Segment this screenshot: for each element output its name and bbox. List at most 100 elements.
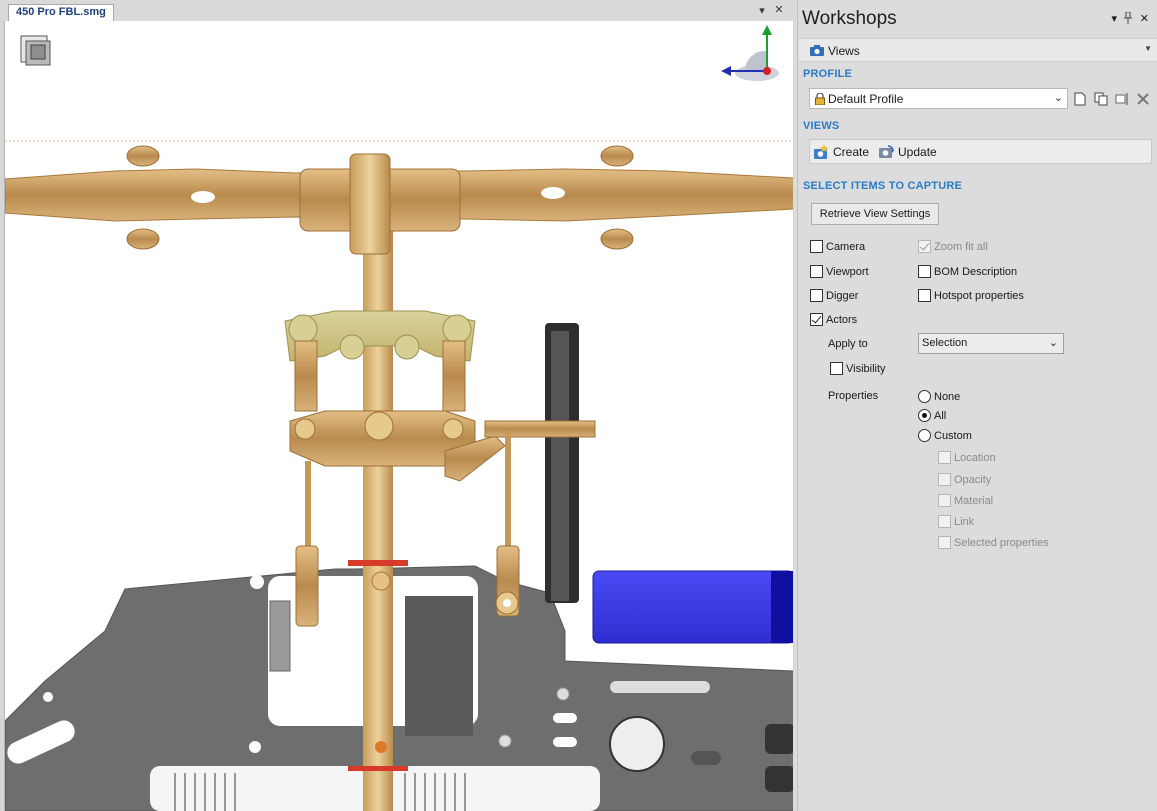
checkbox-label: Visibility [846, 362, 886, 375]
servo-arm [269, 600, 291, 672]
checkbox-box [830, 362, 843, 375]
copy-icon [1094, 92, 1107, 105]
chassis-slot [553, 737, 577, 747]
close-icon[interactable]: ✕ [772, 3, 786, 17]
swash-ball [442, 418, 464, 440]
rename-profile-button[interactable] [1111, 88, 1132, 109]
rename-icon [1115, 92, 1127, 105]
3d-viewport[interactable] [4, 21, 793, 811]
update-view-button[interactable]: Update [878, 143, 937, 161]
link-rod [294, 340, 318, 412]
chassis-bracket [405, 596, 473, 736]
radio-dot [918, 429, 931, 442]
capture-section-title: SELECT ITEMS TO CAPTURE [803, 180, 963, 192]
checkbox-box [918, 289, 931, 302]
chevron-down-icon: ▼ [1144, 44, 1152, 53]
chevron-down-icon[interactable]: ▾ [1111, 12, 1117, 25]
checkbox-label: Selected properties [954, 536, 1049, 549]
checkbox-box [918, 240, 931, 253]
custom-link-checkbox: Link [938, 515, 974, 528]
blade-grip-bolt [600, 228, 634, 250]
retrieve-view-settings-button[interactable]: Retrieve View Settings [811, 203, 939, 225]
apply-to-select[interactable]: Selection ⌄ [918, 333, 1064, 354]
custom-material-checkbox: Material [938, 494, 993, 507]
radio-label: None [934, 390, 961, 403]
create-view-button[interactable]: Create [813, 143, 869, 161]
workshop-selector-label: Views [828, 44, 860, 58]
copy-profile-button[interactable] [1090, 88, 1111, 109]
view-cube-button[interactable] [20, 35, 52, 67]
views-section-title: VIEWS [803, 120, 840, 132]
checkbox-label: Actors [826, 313, 858, 326]
chassis-slot [691, 751, 721, 765]
checkbox-label: Camera [826, 240, 866, 253]
swash-pin [484, 420, 596, 438]
checkbox-label: Digger [826, 289, 859, 302]
head-block [349, 153, 391, 255]
checkbox-label: Link [954, 515, 975, 528]
bom-description-checkbox[interactable]: BOM Description [918, 265, 1017, 278]
viewport-checkbox[interactable]: Viewport [810, 265, 869, 278]
chassis-screw [498, 734, 512, 748]
update-view-label: Update [898, 145, 937, 159]
apply-to-value: Selection [922, 337, 968, 349]
properties-custom-radio[interactable]: Custom [918, 429, 972, 442]
checkbox-box [810, 289, 823, 302]
actors-checkbox[interactable]: Actors [810, 313, 857, 326]
ball-link [295, 545, 319, 627]
main-shaft [363, 221, 393, 811]
shaft-collar [348, 766, 408, 771]
new-profile-button[interactable] [1069, 88, 1090, 109]
workshop-selector[interactable]: Views ▼ [799, 38, 1157, 62]
chevron-down-icon[interactable]: ▾ [755, 4, 769, 18]
profile-select-value: Default Profile [828, 92, 904, 106]
checkbox-box [938, 515, 951, 528]
properties-label: Properties [828, 390, 879, 402]
radio-label: Custom [934, 429, 972, 442]
checkbox-box [938, 451, 951, 464]
visibility-checkbox[interactable]: Visibility [830, 362, 886, 375]
checkbox-label: BOM Description [934, 265, 1018, 278]
pin-icon[interactable] [1123, 11, 1133, 27]
chassis-slot [610, 681, 710, 693]
blue-battery [592, 570, 793, 644]
blade-grip-bolt [126, 228, 160, 250]
delete-profile-button[interactable] [1132, 88, 1153, 109]
ball-end-hole [503, 599, 511, 607]
custom-selected-properties-checkbox: Selected properties [938, 536, 1049, 549]
washout-ball [288, 314, 318, 344]
washout-ball [339, 334, 365, 360]
blade-grip-bolt [126, 145, 160, 167]
camera-checkbox[interactable]: Camera [810, 240, 865, 253]
cube-icon [20, 35, 51, 66]
properties-all-radio[interactable]: All [918, 409, 946, 422]
document-tabbar: 450 Pro FBL.smg ▾ ✕ [0, 0, 794, 21]
chassis-slot [553, 713, 577, 723]
hotspot-properties-checkbox[interactable]: Hotspot properties [918, 289, 1024, 302]
model-scene [5, 25, 793, 811]
close-icon[interactable]: ✕ [1140, 12, 1149, 25]
create-view-label: Create [833, 145, 870, 159]
views-toolbar: Create Update [809, 139, 1152, 164]
checkbox-box [810, 313, 823, 326]
checkbox-label: Location [954, 451, 996, 464]
shaft-collar [348, 560, 408, 566]
workshops-pane: Workshops ▾ ✕ Views ▼ PROFILE Default Pr… [797, 0, 1157, 811]
blade-grip-bolt [600, 145, 634, 167]
radio-label: All [934, 409, 947, 422]
checkbox-box [938, 473, 951, 486]
digger-checkbox[interactable]: Digger [810, 289, 858, 302]
document-tab[interactable]: 450 Pro FBL.smg [8, 4, 114, 21]
apply-to-label: Apply to [828, 338, 868, 350]
checkbox-box [938, 536, 951, 549]
properties-none-radio[interactable]: None [918, 390, 960, 403]
radio-dot [918, 409, 931, 422]
profile-select[interactable]: Default Profile ⌄ [809, 88, 1068, 109]
blade-hole [191, 191, 215, 203]
chassis-hole [43, 692, 53, 702]
side-frame-inner [551, 331, 569, 601]
checkbox-label: Material [954, 494, 994, 507]
checkbox-label: Hotspot properties [934, 289, 1024, 302]
chassis-screw [556, 687, 570, 701]
checkbox-label: Viewport [826, 265, 869, 278]
